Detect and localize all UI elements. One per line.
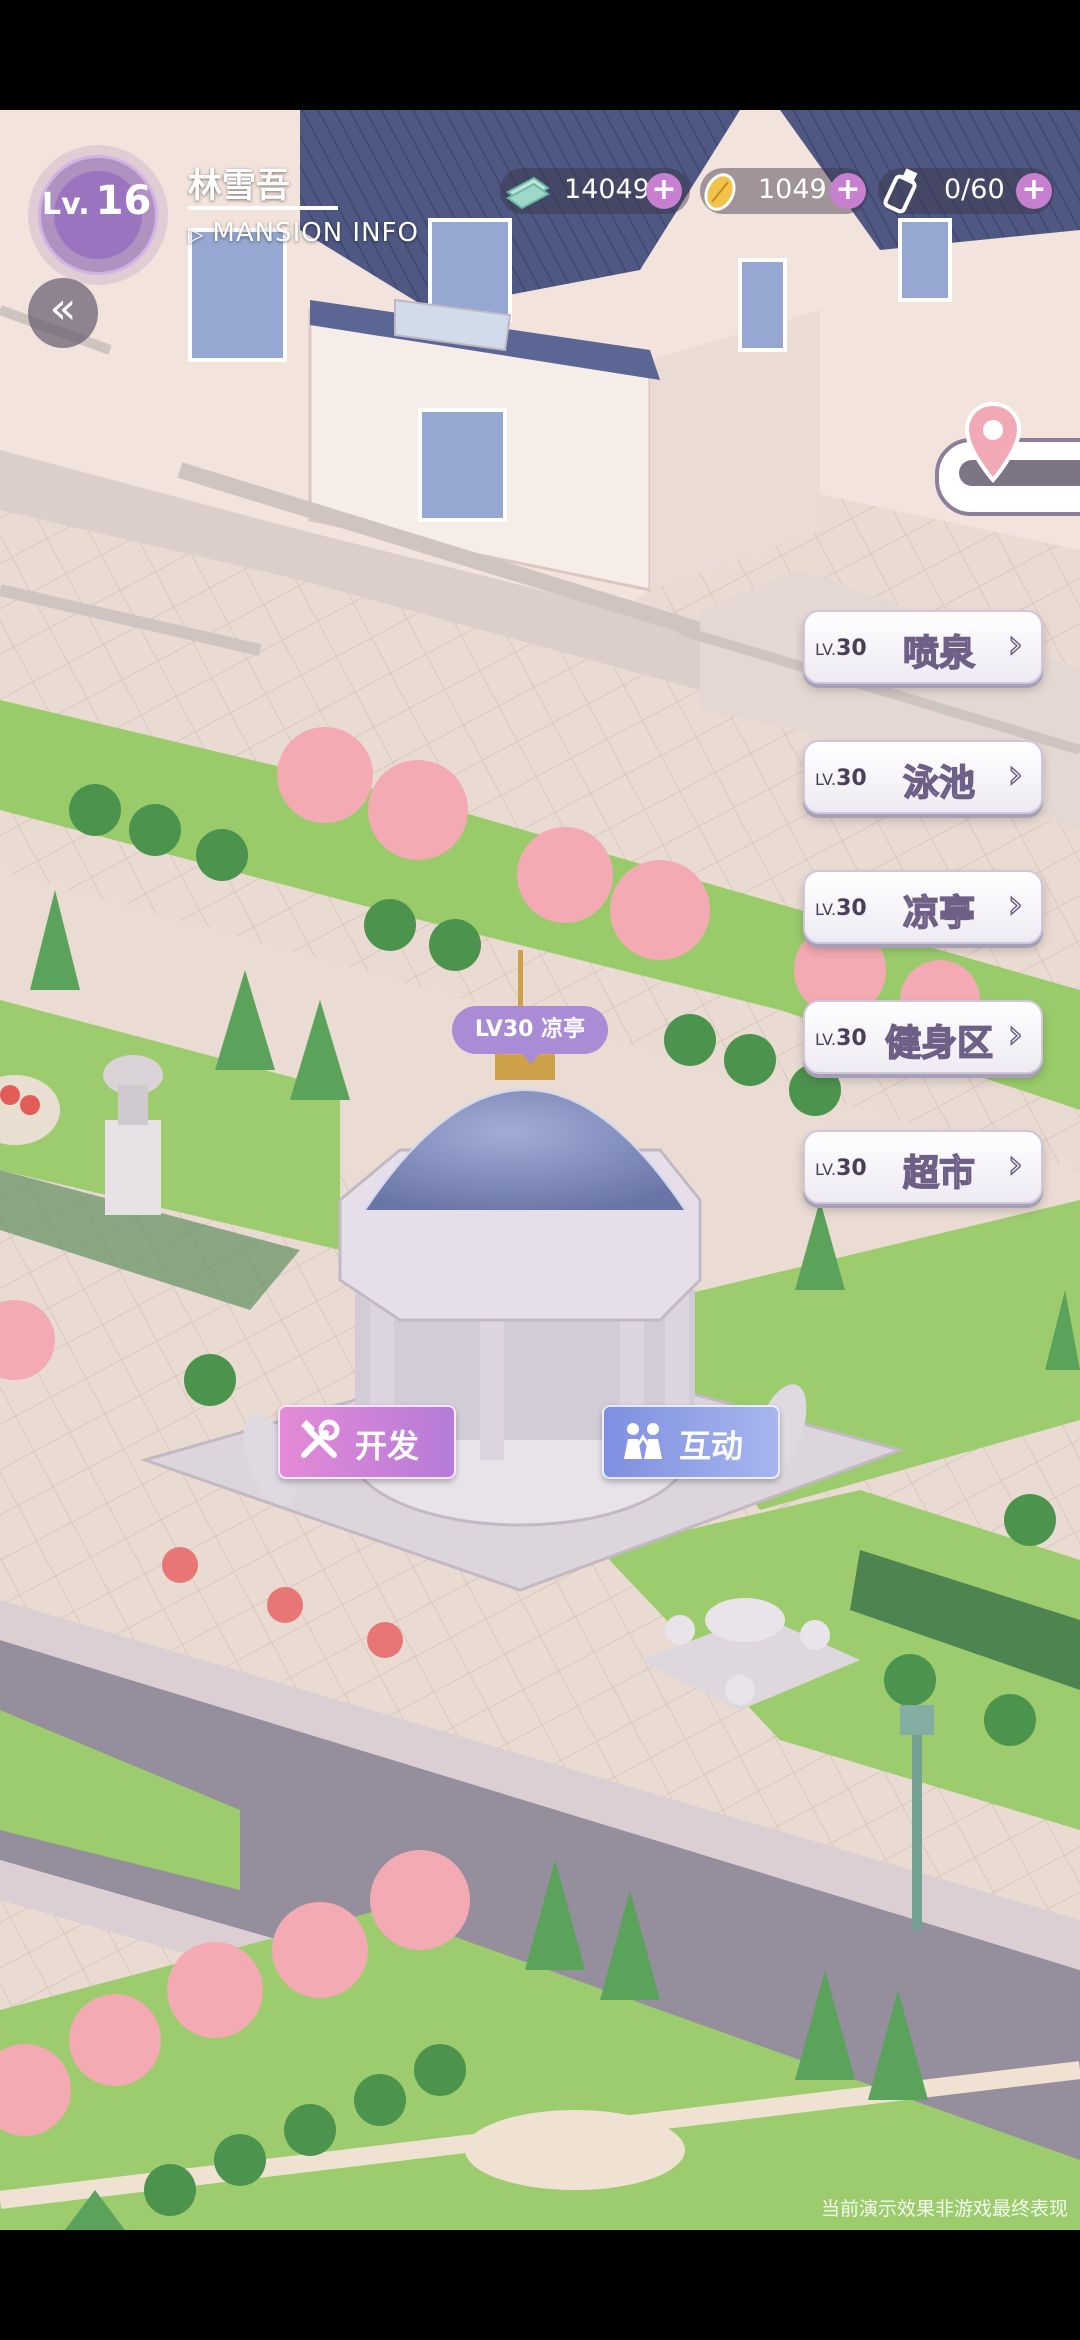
cash-value: 14049: [564, 174, 650, 205]
cash-resource: 14049 +: [500, 168, 690, 214]
map-pin-icon: [964, 401, 1022, 484]
add-stamina-button[interactable]: +: [1016, 173, 1052, 209]
facility-name: 超市: [902, 1152, 976, 1195]
name-underline: [188, 206, 338, 210]
chevron-right-icon: ›: [1007, 751, 1024, 797]
leaf-coin-value: 1049: [758, 174, 827, 205]
facility-name: 泳池: [902, 762, 976, 805]
interact-button[interactable]: 互动: [602, 1405, 780, 1479]
develop-label: 开发: [355, 1427, 420, 1465]
bubble-tail: [521, 1052, 541, 1064]
player-name: 林雪吾: [188, 166, 290, 206]
chevron-right-icon: ›: [1007, 1141, 1024, 1187]
back-button[interactable]: «: [28, 278, 98, 348]
stamina-resource: 0/60 +: [878, 168, 1054, 214]
player-level: Lv. 16: [42, 178, 151, 224]
stamina-bottle-icon: [883, 168, 918, 214]
facility-name: 喷泉: [902, 632, 976, 675]
mansion-info-label: MANSION INFO: [212, 218, 419, 248]
interact-label: 互动: [679, 1427, 744, 1465]
facility-pavilion-button[interactable]: LV.30 凉亭 ›: [803, 870, 1043, 944]
stamina-value: 0/60: [944, 174, 1005, 205]
develop-button[interactable]: 开发: [278, 1405, 456, 1479]
facility-supermarket-button[interactable]: LV.30 超市 ›: [803, 1130, 1043, 1204]
chevron-right-icon: ›: [1007, 1011, 1024, 1057]
chevron-right-icon: ›: [1007, 621, 1024, 667]
building-level-bubble: LV30 凉亭: [452, 1006, 608, 1054]
couple-icon: [624, 1423, 662, 1459]
chevron-right-icon: ›: [1007, 881, 1024, 927]
facility-name: 凉亭: [902, 892, 976, 935]
leaf-coin-icon: [704, 173, 736, 211]
mansion-info-link[interactable]: ▷ MANSION INFO: [188, 218, 419, 248]
level-prefix: Lv.: [42, 187, 90, 222]
level-value: 16: [95, 178, 152, 224]
facility-pool-button[interactable]: LV.30 泳池 ›: [803, 740, 1043, 814]
play-triangle-icon: ▷: [188, 222, 205, 246]
leaf-coin-resource: 1049 +: [700, 168, 868, 214]
cash-icon: [506, 176, 550, 210]
facility-gym-button[interactable]: LV.30 健身区 ›: [803, 1000, 1043, 1074]
wrench-tools-icon: [300, 1419, 340, 1458]
facility-name: 健身区: [884, 1022, 994, 1065]
add-leaf-coin-button[interactable]: +: [830, 173, 866, 209]
facility-fountain-button[interactable]: LV.30 喷泉 ›: [803, 610, 1043, 684]
add-cash-button[interactable]: +: [646, 173, 682, 209]
demo-disclaimer: 当前演示效果非游戏最终表现: [820, 2198, 1068, 2220]
